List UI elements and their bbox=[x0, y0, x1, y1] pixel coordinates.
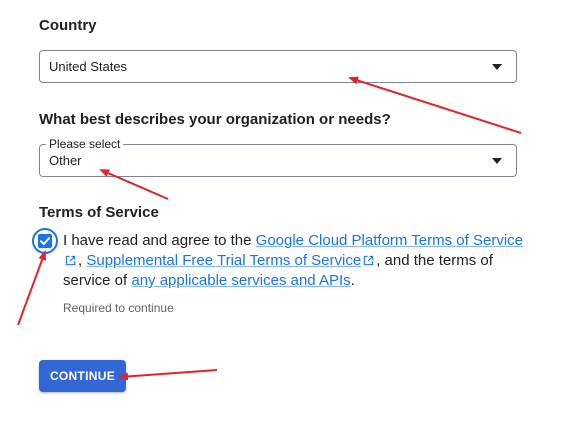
external-link-icon[interactable] bbox=[65, 255, 76, 266]
terms-text: I have read and agree to the Google Clou… bbox=[63, 231, 528, 291]
checkmark-icon bbox=[40, 237, 50, 245]
organization-heading: What best describes your organization or… bbox=[39, 111, 391, 128]
country-select[interactable]: United States bbox=[39, 50, 517, 83]
external-link-icon[interactable] bbox=[363, 255, 374, 266]
services-apis-link[interactable]: any applicable services and APIs bbox=[131, 272, 350, 289]
supplemental-terms-link[interactable]: Supplemental Free Trial Terms of Service bbox=[86, 252, 361, 269]
terms-period: . bbox=[350, 272, 355, 289]
gcp-terms-link[interactable]: Google Cloud Platform Terms of Service bbox=[256, 232, 523, 249]
dropdown-arrow-icon bbox=[492, 64, 502, 70]
dropdown-arrow-icon bbox=[492, 158, 502, 164]
terms-text-before: I have read and agree to the bbox=[63, 232, 256, 249]
organization-selected-value: Other bbox=[49, 153, 82, 168]
arrow-to-continue bbox=[118, 369, 218, 381]
organization-select[interactable]: Please select Other bbox=[39, 137, 517, 177]
terms-checkbox-focus-ring[interactable] bbox=[32, 228, 58, 254]
terms-checkbox[interactable] bbox=[38, 234, 52, 248]
terms-helper-text: Required to continue bbox=[63, 301, 174, 315]
arrow-to-checkbox bbox=[17, 250, 46, 326]
terms-heading: Terms of Service bbox=[39, 204, 159, 221]
country-selected-value: United States bbox=[49, 59, 128, 74]
continue-button[interactable]: CONTINUE bbox=[39, 360, 126, 392]
country-heading: Country bbox=[39, 17, 97, 34]
organization-field-label: Please select bbox=[46, 137, 124, 151]
